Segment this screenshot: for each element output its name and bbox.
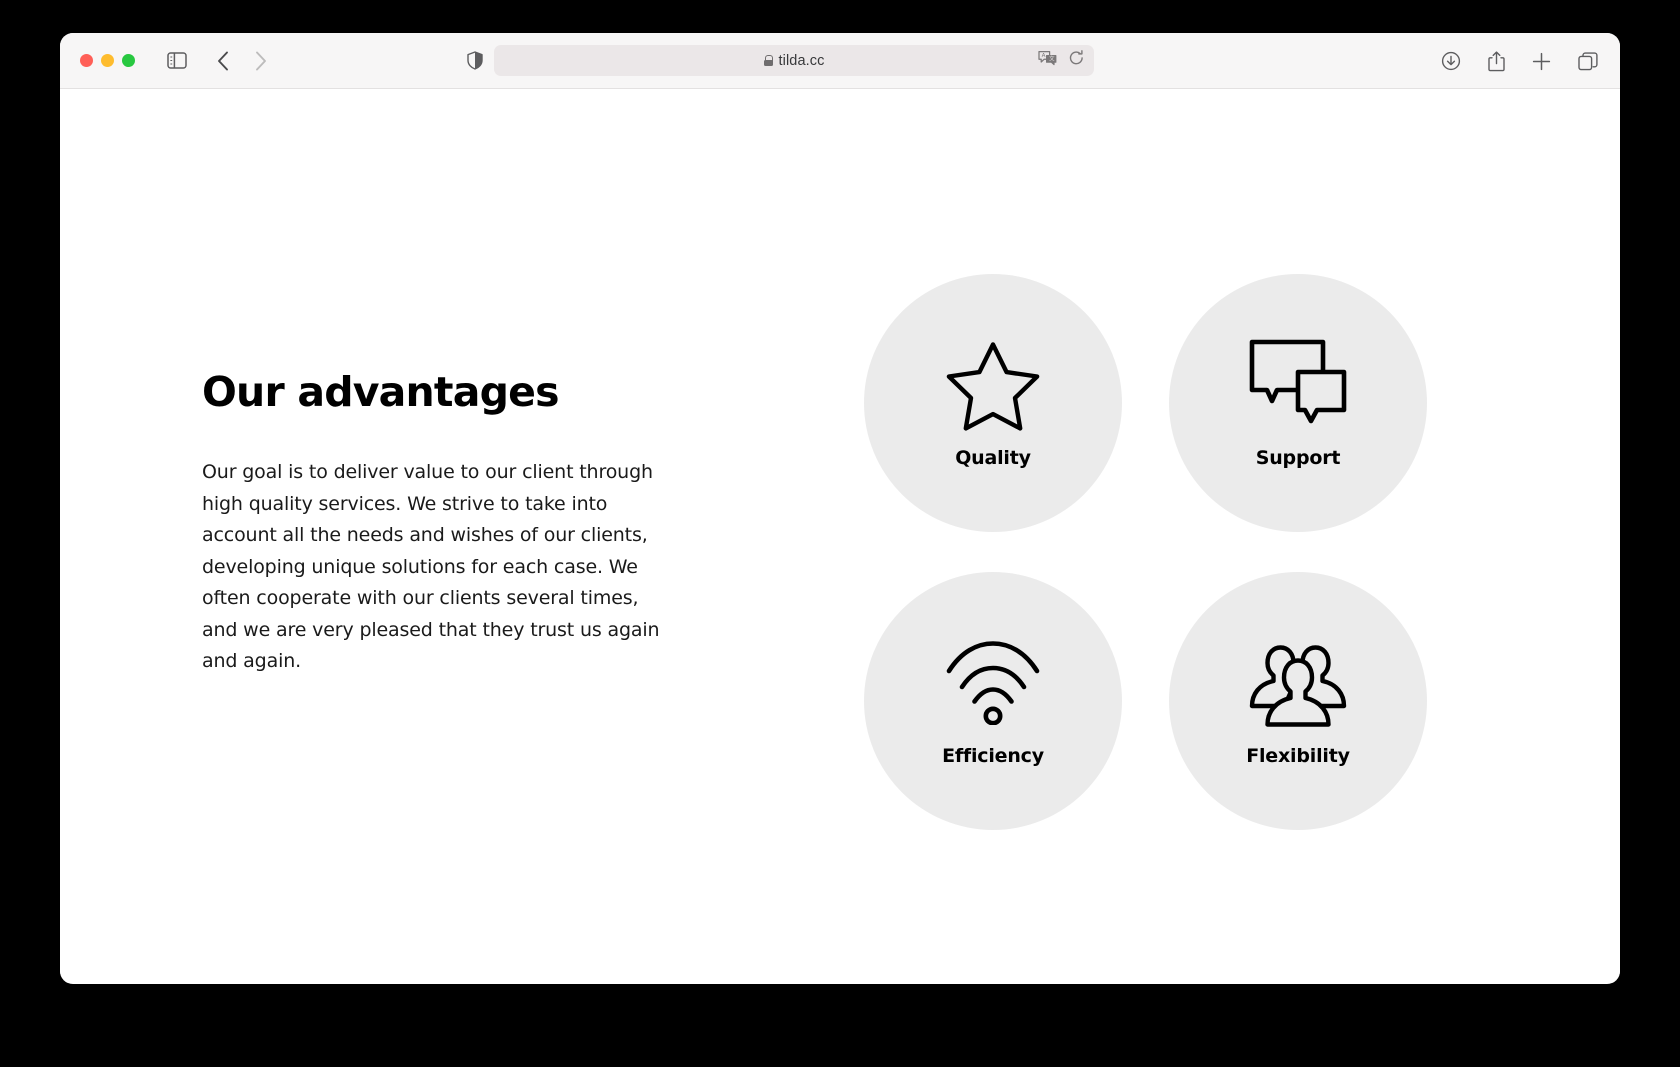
page-content: Our advantages Our goal is to deliver va… [60, 89, 1620, 983]
svg-text:文: 文 [1049, 55, 1055, 63]
reload-icon[interactable] [1069, 50, 1084, 71]
lock-icon [763, 55, 774, 66]
share-icon[interactable] [1488, 50, 1505, 72]
browser-window: tilda.cc A 文 Our advantages Our goal is … [60, 33, 1620, 984]
new-tab-icon[interactable] [1532, 52, 1551, 71]
address-bar-content: tilda.cc [763, 52, 825, 69]
browser-toolbar: tilda.cc A 文 [60, 33, 1620, 89]
advantage-card-quality[interactable]: Quality [864, 274, 1122, 532]
toolbar-right-actions [1441, 33, 1598, 89]
star-icon [945, 337, 1041, 433]
advantages-grid: Quality Support Efficiency Flexibility [864, 274, 1427, 830]
advantage-label: Efficiency [942, 745, 1044, 767]
advantage-card-flexibility[interactable]: Flexibility [1169, 572, 1427, 830]
maximize-window-button[interactable] [122, 54, 135, 67]
desktop-background: tilda.cc A 文 Our advantages Our goal is … [0, 0, 1680, 1067]
advantage-label: Support [1255, 447, 1341, 469]
tab-overview-icon[interactable] [1578, 51, 1598, 71]
address-bar-actions: A 文 [1038, 45, 1084, 76]
shield-icon[interactable] [467, 51, 483, 70]
translate-icon[interactable]: A 文 [1038, 50, 1057, 71]
address-bar[interactable]: tilda.cc A 文 [494, 45, 1094, 76]
svg-text:A: A [1042, 53, 1046, 59]
advantage-card-efficiency[interactable]: Efficiency [864, 572, 1122, 830]
web-page-viewport: Our advantages Our goal is to deliver va… [60, 89, 1620, 983]
advantage-label: Quality [955, 447, 1031, 469]
advantage-label: Flexibility [1246, 745, 1350, 767]
speech-bubbles-icon [1249, 337, 1347, 433]
advantage-card-support[interactable]: Support [1169, 274, 1427, 532]
minimize-window-button[interactable] [101, 54, 114, 67]
forward-button[interactable] [255, 51, 267, 71]
page-title: Our advantages [202, 368, 560, 416]
wifi-icon [945, 635, 1041, 731]
address-bar-url: tilda.cc [778, 52, 825, 69]
people-group-icon [1249, 635, 1347, 731]
downloads-icon[interactable] [1441, 51, 1461, 71]
text-column: Our advantages Our goal is to deliver va… [202, 368, 722, 678]
sidebar-icon[interactable] [167, 52, 187, 69]
back-button[interactable] [217, 51, 229, 71]
page-description: Our goal is to deliver value to our clie… [202, 461, 660, 673]
close-window-button[interactable] [80, 54, 93, 67]
window-controls [80, 54, 135, 67]
